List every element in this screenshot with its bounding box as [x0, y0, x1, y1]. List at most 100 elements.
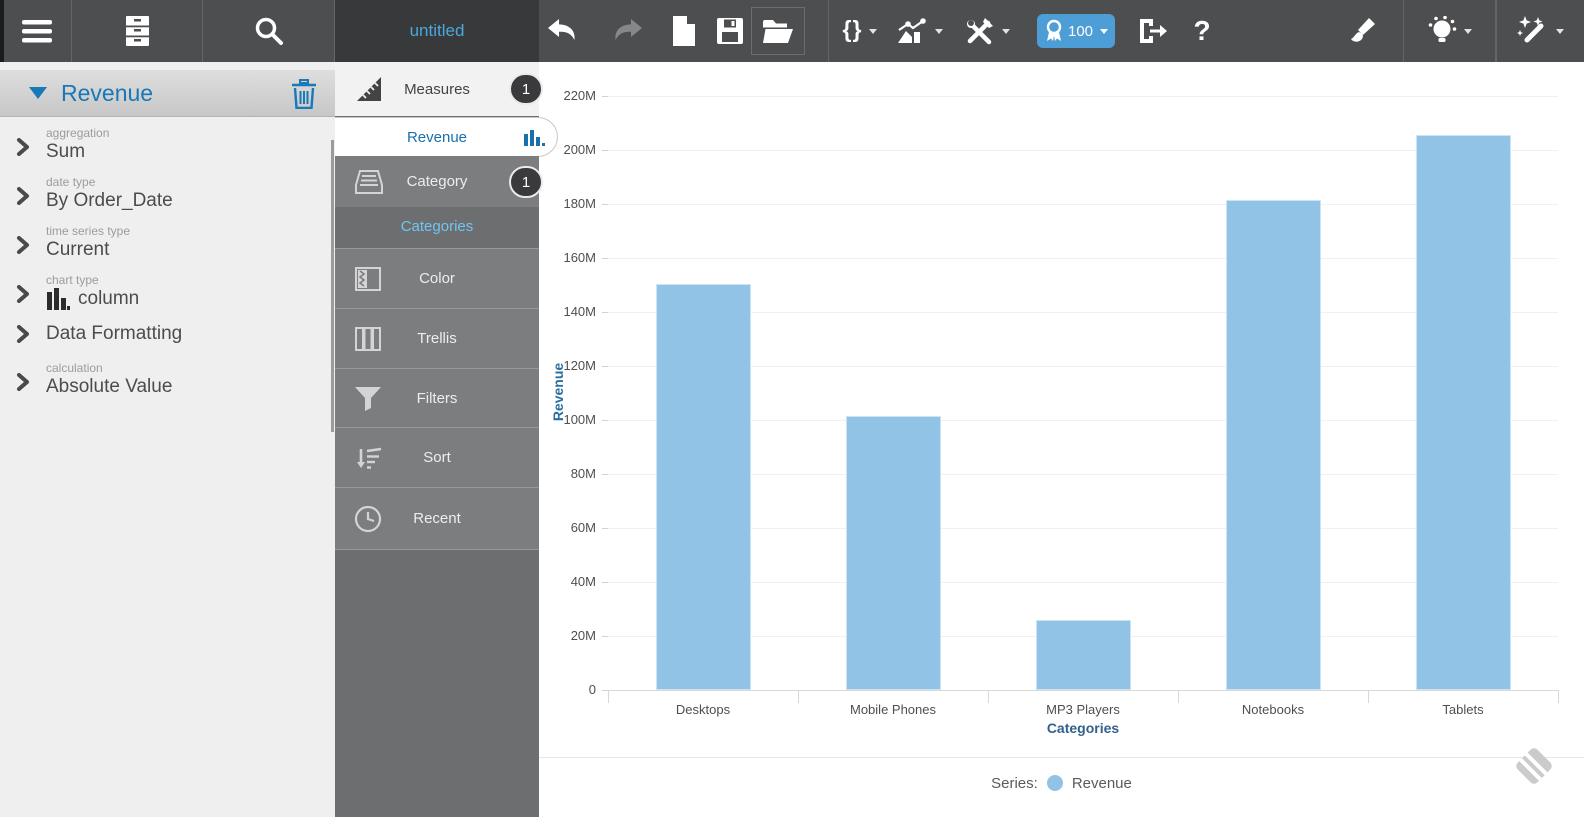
x-axis-tick	[1558, 690, 1559, 703]
section-recent[interactable]: Recent	[335, 487, 539, 550]
insights-menu-button[interactable]	[1403, 0, 1496, 62]
y-tick-label: 180M	[539, 196, 596, 211]
legend-series-swatch[interactable]	[1047, 775, 1063, 791]
y-tick-label: 0	[539, 682, 596, 697]
magic-wand-menu-button[interactable]	[1496, 0, 1584, 62]
section-trellis[interactable]: Trellis	[335, 308, 539, 368]
save-button[interactable]	[710, 0, 750, 62]
measures-count-badge: 1	[509, 73, 543, 105]
score-badge-button[interactable]: 100	[1037, 14, 1115, 48]
chevron-right-icon	[0, 175, 46, 212]
gridline	[608, 96, 1558, 97]
mini-column-chart-icon	[523, 128, 545, 148]
section-filters[interactable]: Filters	[335, 368, 539, 427]
redo-button[interactable]	[607, 0, 647, 62]
measures-count: 1	[522, 81, 530, 98]
hamburger-icon	[20, 17, 56, 45]
category-label: Mobile Phones	[798, 702, 988, 717]
search-button[interactable]	[203, 0, 335, 62]
y-tick-label: 120M	[539, 358, 596, 373]
braces-icon: {}	[843, 16, 863, 47]
property-calculation[interactable]: calculation Absolute Value	[0, 361, 335, 398]
legend-series-name[interactable]: Revenue	[1072, 775, 1132, 792]
y-axis-tick	[602, 150, 608, 151]
help-button[interactable]: ?	[1182, 0, 1222, 62]
field-header-revenue[interactable]: Revenue	[0, 70, 335, 117]
hamburger-menu-button[interactable]	[4, 0, 72, 62]
field-item-label: Categories	[401, 218, 474, 235]
category-tray-icon	[354, 168, 384, 196]
measures-label: Measures	[404, 81, 470, 98]
bar[interactable]	[1036, 620, 1131, 690]
category-count: 1	[522, 174, 530, 191]
bar[interactable]	[1416, 135, 1511, 690]
chart-footer-divider	[539, 757, 1584, 758]
property-label: date type	[46, 175, 173, 189]
export-button[interactable]	[1132, 0, 1172, 62]
chevron-down-icon	[1100, 29, 1108, 38]
chart-area: Revenue Categories Series: Revenue 020M4…	[539, 62, 1584, 817]
y-axis-tick	[602, 528, 608, 529]
x-axis-line	[608, 690, 1559, 691]
y-tick-label: 100M	[539, 412, 596, 427]
category-label: Tablets	[1368, 702, 1558, 717]
section-label: Recent	[413, 510, 461, 527]
chevron-down-icon	[1464, 29, 1472, 38]
property-aggregation[interactable]: aggregation Sum	[0, 126, 335, 163]
y-tick-label: 220M	[539, 88, 596, 103]
file-cabinet-icon	[125, 15, 150, 47]
section-label: Sort	[423, 449, 451, 466]
report-title[interactable]: untitled	[335, 0, 539, 62]
export-icon	[1137, 17, 1167, 45]
field-item-categories[interactable]: Categories	[335, 207, 539, 246]
section-color[interactable]: Color	[335, 248, 539, 308]
section-sort[interactable]: Sort	[335, 427, 539, 487]
property-time-series-type[interactable]: time series type Current	[0, 224, 335, 261]
field-pill-revenue[interactable]: Revenue	[335, 117, 558, 157]
property-label: chart type	[46, 273, 139, 287]
new-report-button[interactable]	[663, 0, 703, 62]
bar[interactable]	[656, 284, 751, 690]
property-value: column	[78, 287, 139, 310]
delete-field-button[interactable]	[291, 79, 317, 114]
save-icon	[716, 17, 744, 45]
property-label: calculation	[46, 361, 172, 375]
variables-menu-button[interactable]: {}	[832, 0, 888, 62]
bar[interactable]	[846, 416, 941, 690]
y-axis-tick	[602, 636, 608, 637]
y-axis-tick	[602, 474, 608, 475]
collapse-triangle-icon	[29, 87, 47, 99]
data-sources-button[interactable]	[72, 0, 203, 62]
panel-scrollbar[interactable]	[331, 140, 334, 432]
field-header-title: Revenue	[61, 80, 153, 107]
property-value: Current	[46, 238, 130, 261]
chevron-right-icon	[0, 361, 46, 398]
tools-menu-button[interactable]	[957, 0, 1015, 62]
x-axis-title[interactable]: Categories	[608, 720, 1558, 736]
undo-button[interactable]	[543, 0, 583, 62]
y-tick-label: 80M	[539, 466, 596, 481]
bar[interactable]	[1226, 200, 1321, 690]
chart-options-menu-button[interactable]	[890, 0, 948, 62]
property-date-type[interactable]: date type By Order_Date	[0, 175, 335, 212]
ruler-icon	[354, 74, 384, 104]
y-axis-tick	[602, 204, 608, 205]
open-report-button[interactable]	[752, 0, 804, 62]
sort-icon	[354, 445, 382, 471]
chevron-down-icon	[1556, 29, 1564, 38]
property-chart-type[interactable]: chart type column	[0, 273, 335, 310]
property-list: aggregation Sum date type By Order_Date	[0, 126, 335, 410]
y-tick-label: 140M	[539, 304, 596, 319]
paintbrush-icon	[1350, 17, 1376, 45]
property-data-formatting[interactable]: Data Formatting	[0, 322, 335, 345]
trash-icon	[291, 79, 317, 109]
toolbar-separator	[828, 0, 829, 62]
chevron-down-icon	[869, 29, 877, 38]
property-value: Sum	[46, 140, 109, 163]
properties-panel: Revenue aggregation Sum	[0, 62, 335, 817]
undo-icon	[546, 18, 580, 44]
style-brush-button[interactable]	[1343, 0, 1383, 62]
score-value: 100	[1068, 23, 1093, 40]
property-value: Absolute Value	[46, 375, 172, 398]
chart-legend: Series: Revenue	[539, 769, 1584, 797]
